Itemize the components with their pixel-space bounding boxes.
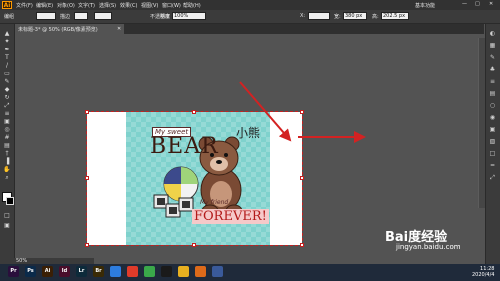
taskbar-clock[interactable]: 11:28 2020/4/4 [472, 266, 494, 278]
taskbar-app-icon[interactable] [178, 266, 189, 277]
taskbar-app-icon[interactable]: Pr [8, 266, 19, 277]
taskbar-app-icon[interactable] [195, 266, 206, 277]
arrow-down-icon [239, 81, 292, 142]
taskbar-app-icon[interactable]: Ai [42, 266, 53, 277]
windows-taskbar [0, 264, 500, 281]
taskbar-app-icon[interactable] [110, 266, 121, 277]
taskbar-app-icon[interactable]: Lr [76, 266, 87, 277]
taskbar-app-icon[interactable] [144, 266, 155, 277]
taskbar-app-icon[interactable] [212, 266, 223, 277]
clock-date: 2020/4/4 [472, 272, 495, 278]
watermark-url: jingyan.baidu.com [396, 243, 461, 251]
taskbar-app-icon[interactable]: Br [93, 266, 104, 277]
taskbar-app-icon[interactable]: Id [59, 266, 70, 277]
taskbar-app-icon[interactable] [127, 266, 138, 277]
taskbar-app-icon[interactable]: Ps [25, 266, 36, 277]
taskbar-app-icon[interactable] [161, 266, 172, 277]
